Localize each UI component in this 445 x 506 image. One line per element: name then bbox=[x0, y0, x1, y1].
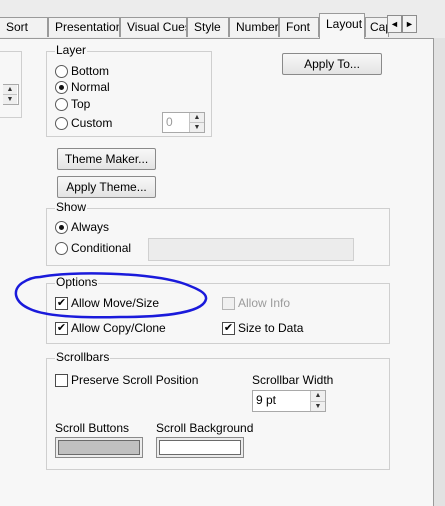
checkbox-empty-icon bbox=[55, 373, 68, 387]
size-to-data-label: Size to Data bbox=[238, 321, 304, 335]
size-to-data-checkbox[interactable]: ✔ Size to Data bbox=[222, 321, 303, 335]
layer-custom-spinner[interactable]: 0 ▲ ▼ bbox=[162, 112, 205, 133]
layer-normal-radio[interactable]: Normal bbox=[55, 80, 110, 94]
tab-scroll-left-icon[interactable]: ◄ bbox=[387, 15, 402, 33]
preserve-scroll-label: Preserve Scroll Position bbox=[71, 373, 199, 387]
tab-style[interactable]: Style bbox=[187, 17, 229, 37]
tab-scroll-buttons: ◄ ► bbox=[387, 15, 417, 33]
radio-icon bbox=[55, 64, 68, 78]
tab-font[interactable]: Font bbox=[279, 17, 319, 37]
spin-up-icon[interactable]: ▲ bbox=[190, 113, 204, 122]
tab-label: Font bbox=[286, 20, 311, 34]
scrollbar-width-label: Scrollbar Width bbox=[252, 373, 334, 387]
scrollbars-legend: Scrollbars bbox=[55, 350, 111, 364]
preserve-scroll-checkbox[interactable]: Preserve Scroll Position bbox=[55, 373, 198, 387]
radio-icon bbox=[55, 241, 68, 255]
theme-maker-button[interactable]: Theme Maker... bbox=[57, 148, 156, 170]
allow-info-label: Allow Info bbox=[238, 296, 291, 310]
apply-to-button[interactable]: Apply To... bbox=[282, 53, 382, 75]
allow-info-checkbox[interactable]: Allow Info bbox=[222, 296, 290, 310]
show-legend: Show bbox=[55, 200, 88, 214]
tab-label: Style bbox=[194, 20, 221, 34]
layer-bottom-label: Bottom bbox=[71, 64, 110, 78]
apply-theme-button[interactable]: Apply Theme... bbox=[57, 176, 156, 198]
scroll-background-label: Scroll Background bbox=[156, 421, 254, 435]
tab-label: Visual Cues bbox=[127, 20, 187, 34]
allow-move-size-label: Allow Move/Size bbox=[71, 296, 160, 310]
tab-label: Sort bbox=[6, 20, 29, 34]
radio-icon bbox=[55, 97, 68, 111]
scrollbar-width-value[interactable]: 9 pt bbox=[253, 391, 310, 411]
layer-legend: Layer bbox=[55, 43, 88, 57]
spin-down-icon[interactable]: ▼ bbox=[3, 94, 17, 104]
allow-copy-clone-checkbox[interactable]: ✔ Allow Copy/Clone bbox=[55, 321, 166, 335]
checkbox-disabled-icon bbox=[222, 296, 235, 310]
scroll-background-color bbox=[159, 440, 241, 455]
scroll-buttons-color-swatch[interactable] bbox=[55, 437, 143, 458]
tab-caption[interactable]: Cap bbox=[365, 17, 389, 37]
layer-bottom-radio[interactable]: Bottom bbox=[55, 64, 109, 78]
tab-label: Presentation bbox=[55, 20, 120, 34]
radio-selected-icon bbox=[55, 220, 68, 234]
options-legend: Options bbox=[55, 275, 99, 289]
tab-sort[interactable]: Sort bbox=[0, 17, 48, 37]
show-always-radio[interactable]: Always bbox=[55, 220, 109, 234]
condition-field[interactable] bbox=[148, 238, 354, 261]
checkmark-icon: ✔ bbox=[55, 321, 68, 335]
tab-layout[interactable]: Layout bbox=[319, 13, 365, 39]
tab-strip: Sort Presentation Visual Cues Style Numb… bbox=[0, 0, 445, 39]
window-edge bbox=[434, 38, 445, 506]
radio-selected-icon bbox=[55, 80, 68, 94]
spin-down-icon[interactable]: ▼ bbox=[311, 400, 325, 411]
tab-scroll-right-icon[interactable]: ► bbox=[402, 15, 417, 33]
tab-label: Layout bbox=[326, 17, 363, 31]
layer-top-label: Top bbox=[71, 97, 91, 111]
layer-custom-value[interactable]: 0 bbox=[163, 113, 189, 132]
left-spinner-fragment[interactable]: ▲ ▼ bbox=[3, 84, 19, 105]
checkmark-icon: ✔ bbox=[222, 321, 235, 335]
tab-presentation[interactable]: Presentation bbox=[48, 17, 120, 37]
show-conditional-radio[interactable]: Conditional bbox=[55, 241, 131, 255]
scroll-background-color-swatch[interactable] bbox=[156, 437, 244, 458]
scroll-buttons-color bbox=[58, 440, 140, 455]
layer-top-radio[interactable]: Top bbox=[55, 97, 90, 111]
tab-label: Number bbox=[236, 20, 279, 34]
layer-custom-radio[interactable]: Custom bbox=[55, 116, 112, 130]
layer-custom-label: Custom bbox=[71, 116, 113, 130]
scroll-buttons-label: Scroll Buttons bbox=[55, 421, 130, 435]
radio-icon bbox=[55, 116, 68, 130]
spin-down-icon[interactable]: ▼ bbox=[190, 122, 204, 132]
checkmark-icon: ✔ bbox=[55, 296, 68, 310]
tab-number[interactable]: Number bbox=[229, 17, 279, 37]
allow-move-size-checkbox[interactable]: ✔ Allow Move/Size bbox=[55, 296, 159, 310]
allow-copy-clone-label: Allow Copy/Clone bbox=[71, 321, 166, 335]
tab-visual-cues[interactable]: Visual Cues bbox=[120, 17, 187, 37]
spin-up-icon[interactable]: ▲ bbox=[311, 391, 325, 401]
spin-up-icon[interactable]: ▲ bbox=[3, 85, 17, 94]
show-conditional-label: Conditional bbox=[71, 241, 132, 255]
scrollbar-width-spinner[interactable]: 9 pt ▲ ▼ bbox=[252, 390, 326, 412]
show-always-label: Always bbox=[71, 220, 110, 234]
layer-normal-label: Normal bbox=[71, 80, 110, 94]
